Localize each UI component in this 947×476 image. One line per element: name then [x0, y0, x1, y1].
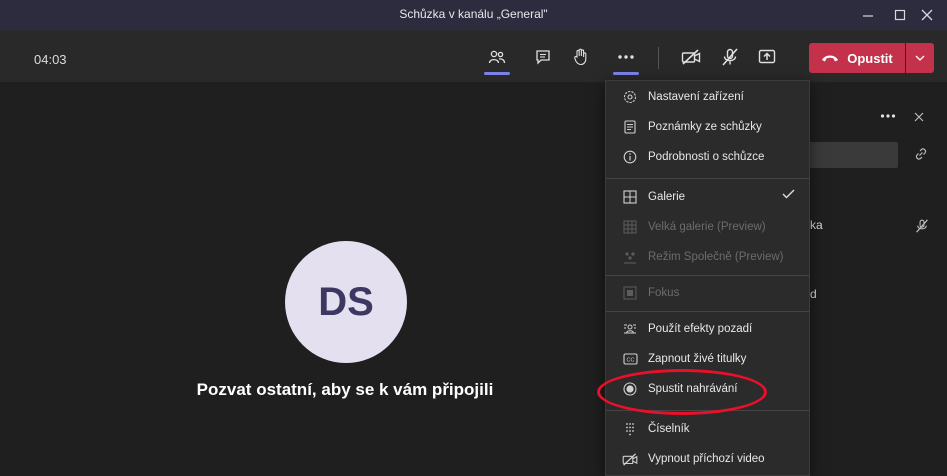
menu-divider	[606, 311, 809, 312]
leave-label: Opustit	[847, 50, 893, 66]
participant-name-fragment: ka	[810, 218, 823, 232]
participant-mic-off	[915, 219, 929, 236]
menu-item-label: Vypnout příchozí video	[648, 453, 765, 465]
chat-button[interactable]	[528, 42, 558, 72]
menu-item-label: Poznámky ze schůzky	[648, 121, 762, 133]
menu-item-label: Zapnout živé titulky	[648, 353, 747, 365]
avatar: DS	[285, 241, 407, 363]
gallery-icon	[622, 189, 638, 205]
panel-close-button[interactable]	[914, 111, 924, 125]
svg-text:CC: CC	[626, 358, 634, 364]
title-bar: Schůzka v kanálu „General"	[0, 0, 947, 30]
menu-item-background-effects[interactable]: Použít efekty pozadí	[606, 314, 809, 344]
menu-divider	[606, 275, 809, 276]
chevron-down-icon	[915, 55, 925, 61]
menu-item-dialpad[interactable]: Číselník	[606, 414, 809, 444]
raise-hand-button[interactable]	[566, 42, 596, 72]
menu-item-label: Podrobnosti o schůzce	[648, 151, 765, 163]
more-active-indicator	[613, 72, 639, 75]
close-icon	[921, 9, 933, 21]
gear-icon	[622, 89, 638, 105]
chat-icon	[536, 50, 550, 65]
avatar-initials: DS	[318, 279, 374, 324]
menu-item-turn-off-incoming-video[interactable]: Vypnout příchozí video	[606, 444, 809, 474]
share-screen-button[interactable]	[752, 42, 782, 72]
menu-item-device-settings[interactable]: Nastavení zařízení	[606, 82, 809, 112]
close-icon	[914, 112, 924, 122]
participants-active-indicator	[484, 72, 510, 75]
copy-link-button[interactable]	[914, 147, 928, 164]
more-icon	[880, 114, 896, 118]
panel-more-button[interactable]	[880, 108, 896, 122]
menu-item-large-gallery: Velká galerie (Preview)	[606, 212, 809, 242]
highlight-oval	[597, 369, 767, 415]
captions-icon: CC	[622, 351, 638, 367]
menu-item-meeting-notes[interactable]: Poznámky ze schůzky	[606, 112, 809, 142]
participants-button[interactable]	[482, 42, 512, 72]
large-gallery-icon	[622, 219, 638, 235]
menu-item-label: Galerie	[648, 191, 686, 203]
video-off-icon	[622, 451, 638, 467]
menu-item-meeting-details[interactable]: Podrobnosti o schůzce	[606, 142, 809, 172]
link-icon	[915, 148, 927, 160]
panel-search-input[interactable]	[808, 142, 898, 168]
participants-icon	[488, 50, 506, 64]
menu-item-label: Režim Společně (Preview)	[648, 251, 784, 263]
menu-item-focus: Fokus	[606, 278, 809, 308]
menu-divider	[606, 178, 809, 179]
meeting-timer: 04:03	[34, 52, 67, 67]
menu-item-label: Nastavení zařízení	[648, 91, 744, 103]
background-effects-icon	[622, 321, 638, 337]
checkmark-icon	[782, 189, 795, 199]
dialpad-icon	[622, 421, 638, 437]
focus-icon	[622, 285, 638, 301]
more-actions-menu: Nastavení zařízení Poznámky ze schůzky P…	[605, 80, 810, 476]
meeting-toolbar: 04:03 Opustit	[0, 30, 947, 82]
menu-item-label: Číselník	[648, 423, 690, 435]
toolbar-divider	[658, 47, 659, 69]
info-icon	[622, 149, 638, 165]
invite-message: Pozvat ostatní, aby se k vám připojili	[196, 380, 494, 399]
participant-name-fragment-2: d	[810, 287, 817, 301]
notes-icon	[622, 119, 638, 135]
more-actions-button[interactable]	[611, 42, 641, 72]
maximize-icon	[894, 9, 906, 21]
mic-off-icon	[722, 48, 738, 66]
mic-toggle-button[interactable]	[715, 42, 745, 72]
menu-item-gallery[interactable]: Galerie	[606, 182, 809, 212]
camera-toggle-button[interactable]	[676, 42, 706, 72]
hang-up-icon	[822, 55, 839, 62]
together-mode-icon	[622, 249, 638, 265]
menu-item-label: Fokus	[648, 287, 680, 299]
more-icon	[618, 55, 634, 59]
share-screen-icon	[758, 49, 776, 64]
mic-off-icon	[916, 219, 928, 233]
raise-hand-icon	[574, 48, 587, 66]
camera-off-icon	[681, 49, 701, 65]
close-window-button[interactable]	[907, 0, 947, 30]
menu-item-label: Použít efekty pozadí	[648, 323, 753, 335]
window-title: Schůzka v kanálu „General"	[399, 7, 548, 21]
leave-options-button[interactable]	[906, 43, 934, 73]
menu-item-together-mode: Režim Společně (Preview)	[606, 242, 809, 272]
minimize-icon	[863, 15, 873, 17]
leave-button[interactable]: Opustit	[809, 43, 905, 73]
menu-item-label: Velká galerie (Preview)	[648, 221, 766, 233]
